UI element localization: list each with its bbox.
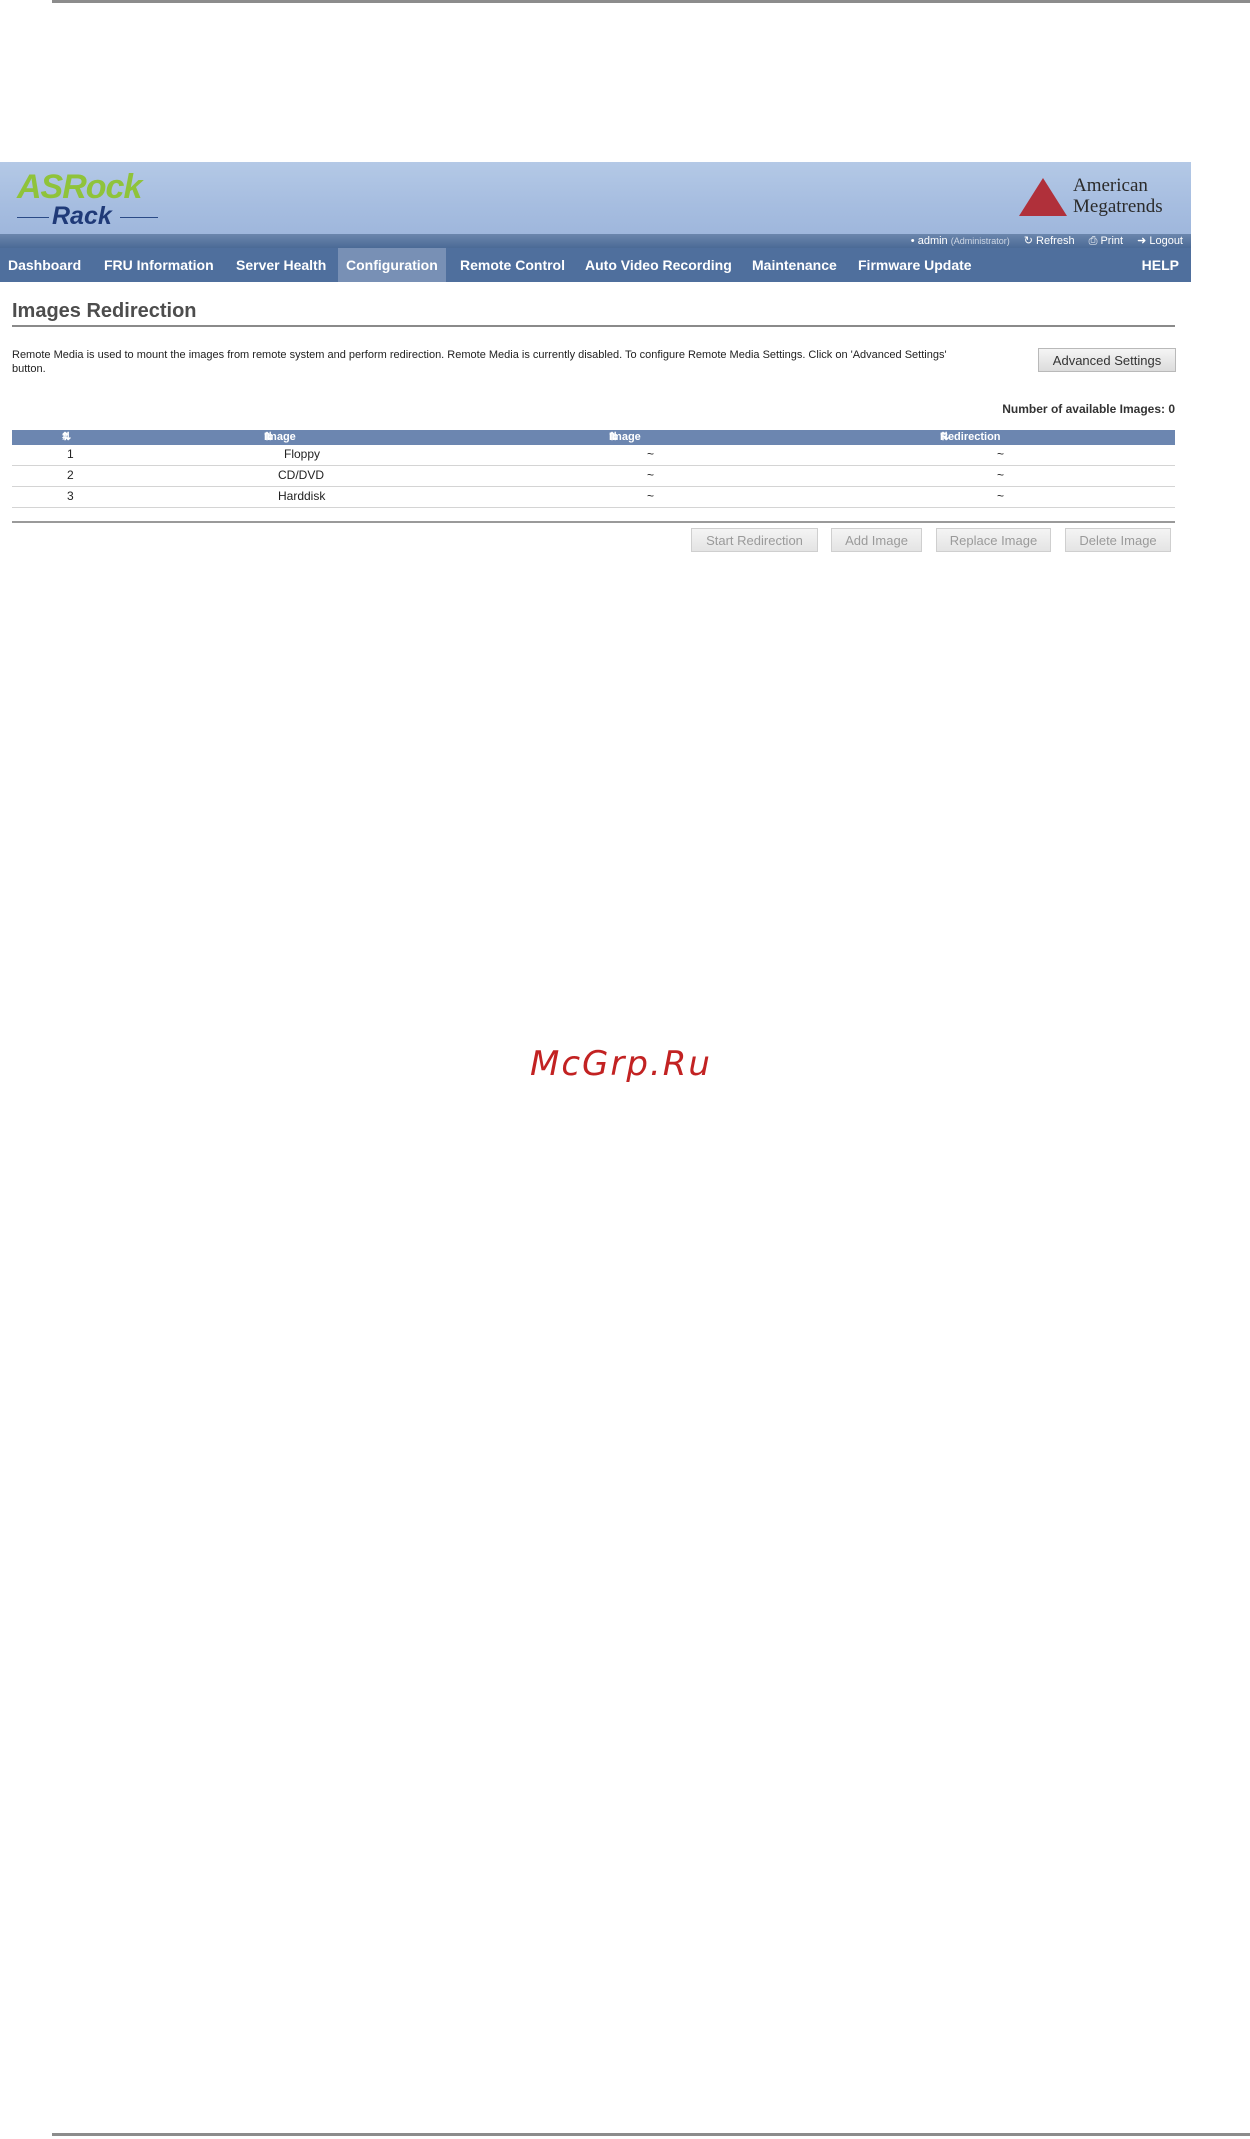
page-top-rule <box>52 0 1250 3</box>
nav-fru-information[interactable]: FRU Information <box>96 248 222 282</box>
page-bottom-rule <box>52 2133 1250 2136</box>
cell-number: 3 <box>67 489 74 503</box>
user-role: (Administrator) <box>950 236 1010 246</box>
nav-server-health[interactable]: Server Health <box>228 248 334 282</box>
nav-auto-video-recording[interactable]: Auto Video Recording <box>577 248 740 282</box>
delete-image-button[interactable]: Delete Image <box>1065 528 1171 552</box>
nav-remote-control[interactable]: Remote Control <box>452 248 573 282</box>
table-divider <box>12 521 1175 523</box>
bullet-icon: • <box>910 235 918 247</box>
table-header: # ⇅ Image Type ⇅ Image Name ⇅ Redirectio… <box>12 430 1175 458</box>
user-info: • admin (Administrator) <box>911 234 1010 248</box>
table-row[interactable]: 1 Floppy ~ ~ <box>12 445 1175 466</box>
bmc-web-ui: ASRock Rack American Megatrends • admin … <box>0 162 1191 572</box>
replace-image-button[interactable]: Replace Image <box>936 528 1051 552</box>
print-label: Print <box>1100 235 1124 247</box>
cell-redirection-status: ~ <box>997 447 1005 461</box>
cell-image-type: Harddisk <box>278 489 326 503</box>
logout-label: Logout <box>1149 235 1183 247</box>
cell-image-type: Floppy <box>284 447 321 461</box>
cell-image-name: ~ <box>647 447 655 461</box>
cell-image-name: ~ <box>647 489 655 503</box>
cell-redirection-status: ~ <box>997 468 1005 482</box>
nav-dashboard[interactable]: Dashboard <box>0 248 89 282</box>
main-nav: Dashboard FRU Information Server Health … <box>0 248 1191 282</box>
advanced-settings-button[interactable]: Advanced Settings <box>1038 348 1176 372</box>
cell-image-name: ~ <box>647 468 655 482</box>
logo-line-right <box>120 217 158 218</box>
sort-icon: ⇅ <box>264 431 274 443</box>
ami-logo-line1: American <box>1073 175 1148 196</box>
print-icon: ⎙ <box>1088 235 1101 247</box>
app-header: ASRock Rack American Megatrends <box>0 162 1191 234</box>
cell-image-type: CD/DVD <box>278 468 325 482</box>
username: admin <box>917 235 948 247</box>
sort-icon: ⇅ <box>62 431 72 443</box>
sort-icon: ⇅ <box>940 431 950 443</box>
user-bar: • admin (Administrator) ↻ Refresh ⎙ Prin… <box>0 234 1191 248</box>
ami-triangle-icon <box>1019 178 1067 216</box>
images-table: # ⇅ Image Type ⇅ Image Name ⇅ Redirectio… <box>12 430 1175 508</box>
nav-configuration[interactable]: Configuration <box>338 248 446 282</box>
refresh-icon: ↻ <box>1023 235 1037 247</box>
nav-maintenance[interactable]: Maintenance <box>744 248 845 282</box>
logo-line-left <box>17 217 49 218</box>
nav-firmware-update[interactable]: Firmware Update <box>850 248 980 282</box>
cell-redirection-status: ~ <box>997 489 1005 503</box>
title-divider <box>12 325 1175 327</box>
sort-icon: ⇅ <box>609 431 619 443</box>
cell-number: 2 <box>67 468 74 482</box>
add-image-button[interactable]: Add Image <box>831 528 922 552</box>
nav-help[interactable]: HELP <box>1134 248 1187 282</box>
refresh-label: Refresh <box>1036 235 1075 247</box>
page-description: Remote Media is used to mount the images… <box>12 349 947 375</box>
refresh-link[interactable]: ↻ Refresh <box>1024 234 1075 248</box>
start-redirection-button[interactable]: Start Redirection <box>691 528 818 552</box>
cell-number: 1 <box>67 447 74 461</box>
logout-icon: ➜ <box>1137 235 1150 247</box>
table-row[interactable]: 3 Harddisk ~ ~ <box>12 487 1175 508</box>
available-images-count: Number of available Images: 0 <box>1002 402 1175 416</box>
watermark-text: McGrp.Ru <box>530 1044 712 1084</box>
table-row[interactable]: 2 CD/DVD ~ ~ <box>12 466 1175 487</box>
rack-logo: Rack <box>52 202 112 230</box>
print-link[interactable]: ⎙ Print <box>1089 234 1123 248</box>
ami-logo-line2: Megatrends <box>1073 196 1163 217</box>
ami-logo: American Megatrends <box>1019 174 1179 220</box>
page-title: Images Redirection <box>12 300 197 322</box>
logout-link[interactable]: ➜ Logout <box>1137 234 1183 248</box>
